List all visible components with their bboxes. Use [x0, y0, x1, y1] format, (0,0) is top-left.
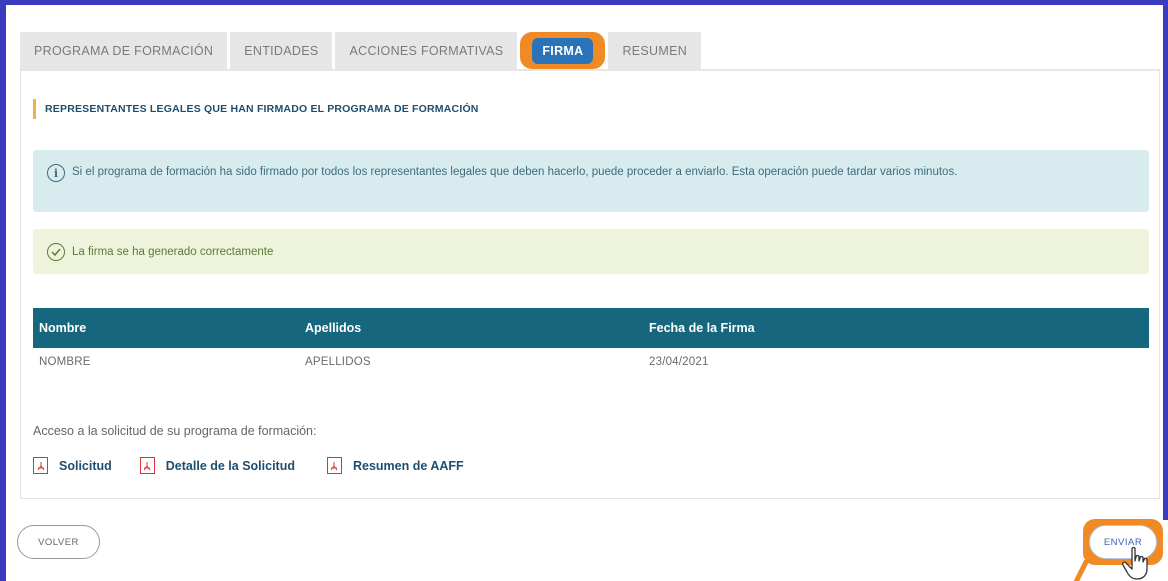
detalle-solicitud-link[interactable]: Detalle de la Solicitud [139, 457, 295, 474]
hand-pointer-icon [1122, 546, 1148, 580]
tab-firma-highlight: FIRMA [520, 32, 606, 69]
tab-firma-outline: FIRMA [520, 32, 606, 69]
info-alert-text: Si el programa de formación ha sido firm… [72, 166, 958, 178]
cell-nombre: NOMBRE [39, 356, 91, 368]
tab-bar: PROGRAMA DE FORMACIÓN ENTIDADES ACCIONES… [20, 32, 702, 69]
firma-panel: REPRESENTANTES LEGALES QUE HAN FIRMADO E… [20, 69, 1160, 499]
success-alert-text: La firma se ha generado correctamente [72, 245, 274, 258]
resumen-aaff-link[interactable]: Resumen de AAFF [326, 457, 464, 474]
detalle-solicitud-link-label: Detalle de la Solicitud [165, 458, 295, 473]
table-row: NOMBRE APELLIDOS 23/04/2021 [33, 348, 1149, 376]
frame-border-right [1163, 0, 1168, 520]
cell-fecha-firma: 23/04/2021 [649, 356, 709, 368]
volver-button[interactable]: VOLVER [17, 525, 100, 559]
signatories-table: Nombre Apellidos Fecha de la Firma NOMBR… [33, 308, 1149, 376]
header-apellidos: Apellidos [305, 321, 362, 335]
solicitud-link-label: Solicitud [59, 458, 112, 473]
tab-programa-de-formacion[interactable]: PROGRAMA DE FORMACIÓN [20, 32, 228, 69]
section-title: REPRESENTANTES LEGALES QUE HAN FIRMADO E… [33, 99, 479, 119]
table-header: Nombre Apellidos Fecha de la Firma [33, 308, 1149, 348]
info-icon: i [47, 164, 65, 182]
frame-border-top [0, 0, 1168, 5]
header-nombre: Nombre [39, 321, 87, 335]
info-alert: i Si el programa de formación ha sido fi… [33, 150, 1149, 212]
pdf-icon [139, 457, 155, 474]
resumen-aaff-link-label: Resumen de AAFF [352, 458, 464, 473]
check-circle-icon [47, 242, 65, 261]
tab-entidades[interactable]: ENTIDADES [230, 32, 333, 69]
pdf-icon [326, 457, 342, 474]
success-alert: La firma se ha generado correctamente [33, 229, 1149, 274]
tab-firma[interactable]: FIRMA [532, 37, 594, 64]
header-fecha-firma: Fecha de la Firma [649, 321, 755, 335]
access-label: Acceso a la solicitud de su programa de … [33, 424, 317, 438]
annotation-arrow-icon [1073, 560, 1089, 581]
cell-apellidos: APELLIDOS [305, 356, 371, 368]
tab-resumen[interactable]: RESUMEN [608, 32, 702, 69]
frame-border-left [0, 0, 6, 581]
pdf-icon [33, 457, 48, 474]
document-links: Solicitud Detalle de la Solicitud Resume… [33, 457, 464, 474]
solicitud-link[interactable]: Solicitud [33, 457, 112, 474]
tab-acciones-formativas[interactable]: ACCIONES FORMATIVAS [335, 32, 518, 69]
